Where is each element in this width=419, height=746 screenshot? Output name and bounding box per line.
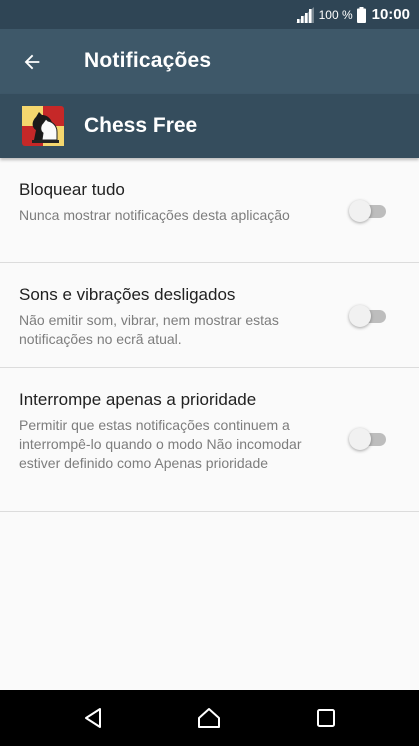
app-name: Chess Free — [84, 114, 198, 137]
block-all-toggle[interactable] — [348, 200, 388, 222]
chess-knight-icon — [22, 106, 64, 146]
clock: 10:00 — [371, 6, 410, 23]
recents-icon — [317, 709, 335, 727]
setting-summary: Não emitir som, vibrar, nem mostrar esta… — [19, 312, 279, 347]
home-icon — [198, 708, 220, 728]
screen: 100 % 10:00 Notificações Chess Free Bloq… — [0, 0, 419, 746]
setting-title: Sons e vibrações desligados — [19, 285, 236, 304]
status-bar: 100 % 10:00 — [0, 0, 419, 29]
priority-only-toggle[interactable] — [348, 428, 388, 450]
arrow-back-icon — [24, 54, 40, 70]
nav-home-button[interactable] — [195, 704, 223, 732]
battery-percent: 100 % — [318, 7, 353, 22]
nav-back-button[interactable] — [80, 704, 108, 732]
status-icons: 100 % 10:00 — [295, 0, 410, 29]
navigation-bar — [0, 690, 419, 746]
setting-priority-only[interactable]: Interrompe apenas a prioridade Permitir … — [0, 368, 419, 512]
back-triangle-icon — [85, 708, 101, 728]
setting-mute-sounds[interactable]: Sons e vibrações desligados Não emitir s… — [0, 263, 419, 368]
settings-list: Bloquear tudo Nunca mostrar notificações… — [0, 158, 419, 512]
setting-summary: Permitir que estas notificações continue… — [19, 417, 302, 471]
back-button[interactable] — [14, 46, 50, 78]
setting-block-all[interactable]: Bloquear tudo Nunca mostrar notificações… — [0, 158, 419, 263]
toggle-thumb — [349, 305, 371, 327]
toggle-thumb — [349, 428, 371, 450]
setting-title: Bloquear tudo — [19, 180, 125, 199]
app-bar: Notificações — [0, 29, 419, 94]
mute-sounds-toggle[interactable] — [348, 305, 388, 327]
signal-icon — [295, 6, 314, 23]
setting-title: Interrompe apenas a prioridade — [19, 390, 257, 409]
toggle-thumb — [349, 200, 371, 222]
app-header: Chess Free — [0, 94, 419, 158]
battery-icon — [356, 6, 366, 23]
nav-recents-button[interactable] — [312, 704, 340, 732]
setting-summary: Nunca mostrar notificações desta aplicaç… — [19, 207, 290, 223]
page-title: Notificações — [84, 49, 212, 72]
